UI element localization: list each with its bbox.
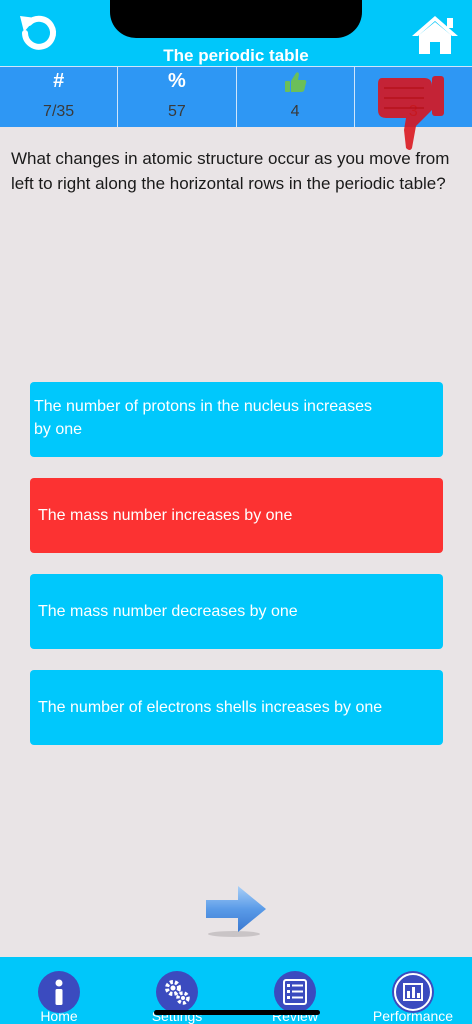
stat-correct: 4 [236, 66, 355, 127]
thumbs-up-icon [285, 72, 307, 92]
question-text: What changes in atomic structure occur a… [11, 149, 450, 193]
header-bar: The periodic table [0, 0, 472, 66]
question-progress: 7/35 [43, 103, 75, 120]
answer-option-4[interactable]: The number of electrons shells increases… [30, 670, 443, 745]
answer-option-3[interactable]: The mass number decreases by one [30, 574, 443, 649]
tab-home[interactable]: Home [0, 957, 118, 1024]
answer-label: The mass number decreases by one [38, 603, 298, 620]
list-icon [274, 971, 316, 1013]
answer-label: The mass number increases by one [38, 507, 293, 524]
thumbs-down-icon [378, 76, 444, 150]
device-notch [110, 0, 362, 38]
answer-label: The number of electrons shells increases… [38, 699, 383, 716]
stat-percent: % 57 [118, 66, 237, 127]
percent-value: 57 [167, 103, 186, 120]
answer-label: The number of protons in the nucleus inc… [34, 398, 372, 438]
answer-option-2[interactable]: The mass number increases by one [30, 478, 443, 553]
correct-count: 4 [290, 103, 300, 120]
hash-icon: # [53, 70, 65, 92]
tab-label: Performance [372, 1008, 454, 1024]
info-icon [38, 971, 80, 1013]
page-title: The periodic table [163, 46, 309, 65]
answer-option-1[interactable]: The number of protons in the nucleus inc… [30, 382, 443, 457]
percent-icon: % [167, 70, 186, 92]
gears-icon [156, 971, 198, 1013]
right-arrow-icon[interactable] [204, 884, 268, 938]
bar-chart-icon [392, 971, 434, 1013]
tab-label: Home [40, 1008, 78, 1024]
stat-question-number: # 7/35 [0, 66, 119, 127]
tab-performance[interactable]: Performance [354, 957, 472, 1024]
home-indicator[interactable] [154, 1010, 320, 1015]
